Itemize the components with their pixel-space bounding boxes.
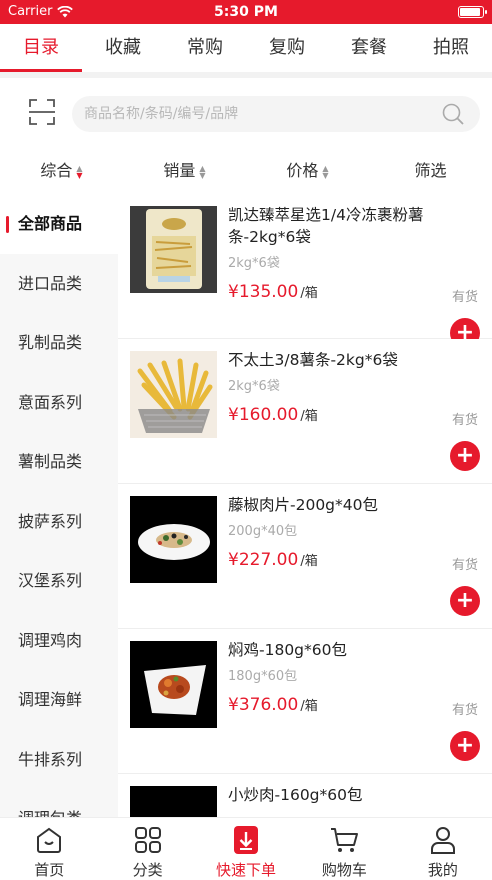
top-tabs: 目录 收藏 常购 复购 套餐 拍照	[0, 24, 492, 72]
sort-arrows-icon: ▲ ▼	[322, 163, 329, 180]
nav-cart[interactable]: 购物车	[295, 818, 393, 879]
nav-category[interactable]: 分类	[98, 818, 196, 879]
price-unit: /箱	[300, 409, 318, 424]
sort-comprehensive-label: 综合	[40, 161, 73, 180]
sidebar-item-dairy[interactable]: 乳制品类	[0, 313, 118, 373]
user-icon	[430, 827, 455, 854]
search-box	[72, 96, 480, 132]
nav-home-label: 首页	[34, 861, 65, 879]
quick-order-icon	[234, 826, 259, 854]
sort-filter[interactable]: 筛选	[369, 148, 492, 194]
status-bar: Carrier 5:30 PM	[0, 0, 492, 24]
product-list: 凯达臻萃星选1/4冷冻裹粉薯条-2kg*6袋 2kg*6袋 ¥135.00/箱 …	[118, 194, 492, 817]
sort-price[interactable]: 价格 ▲ ▼	[246, 148, 369, 194]
sort-sales[interactable]: 销量 ▲ ▼	[123, 148, 246, 194]
battery-icon	[458, 6, 487, 18]
product-item[interactable]: 藤椒肉片-200g*40包 200g*40包 ¥227.00/箱 有货 +	[118, 484, 492, 629]
price-value: ¥160.00	[228, 405, 299, 425]
scan-icon[interactable]	[28, 98, 56, 126]
sort-bar: 综合 ▲ ▼ 销量 ▲ ▼ 价格 ▲ ▼ 筛选	[0, 148, 492, 194]
status-time: 5:30 PM	[214, 4, 278, 20]
tab-catalog[interactable]: 目录	[0, 24, 82, 72]
nav-quick-order-label: 快速下单	[216, 861, 277, 879]
add-to-cart-button[interactable]: +	[450, 586, 480, 616]
tab-repurchase[interactable]: 复购	[246, 24, 328, 72]
nav-profile[interactable]: 我的	[394, 818, 492, 879]
nav-category-label: 分类	[132, 861, 163, 879]
product-item[interactable]: 焖鸡-180g*60包 180g*60包 ¥376.00/箱 有货 +	[118, 629, 492, 774]
product-price: ¥376.00/箱	[228, 695, 318, 715]
home-icon	[37, 827, 62, 853]
grid-icon	[134, 827, 161, 853]
sidebar-item-steak[interactable]: 牛排系列	[0, 730, 118, 790]
sidebar-item-imported[interactable]: 进口品类	[0, 254, 118, 314]
nav-quick-order[interactable]: 快速下单	[197, 818, 295, 879]
product-price: ¥227.00/箱	[228, 550, 318, 570]
product-image	[130, 496, 217, 583]
search-row	[0, 78, 492, 148]
price-value: ¥227.00	[228, 550, 299, 570]
tab-bundles[interactable]: 套餐	[328, 24, 410, 72]
product-image	[130, 206, 217, 293]
search-icon[interactable]	[442, 103, 464, 125]
sidebar-item-potato[interactable]: 薯制品类	[0, 432, 118, 492]
sidebar-item-pizza[interactable]: 披萨系列	[0, 492, 118, 552]
product-image	[130, 641, 217, 728]
price-unit: /箱	[300, 286, 318, 301]
sidebar-item-seafood[interactable]: 调理海鲜	[0, 670, 118, 730]
price-value: ¥135.00	[228, 282, 299, 302]
price-unit: /箱	[300, 699, 318, 714]
stock-status: 有货	[451, 558, 478, 573]
sidebar-item-burger[interactable]: 汉堡系列	[0, 551, 118, 611]
sidebar-item-all[interactable]: 全部商品	[0, 194, 118, 254]
sort-sales-label: 销量	[163, 161, 196, 180]
stock-status: 有货	[451, 290, 478, 305]
product-name: 焖鸡-180g*60包	[228, 641, 347, 659]
product-name: 藤椒肉片-200g*40包	[228, 496, 378, 514]
stock-status: 有货	[451, 413, 478, 428]
sort-comprehensive[interactable]: 综合 ▲ ▼	[0, 148, 123, 194]
sort-price-label: 价格	[286, 161, 319, 180]
product-spec: 2kg*6袋	[228, 379, 280, 394]
nav-profile-label: 我的	[427, 861, 458, 879]
product-name: 不太土3/8薯条-2kg*6袋	[228, 351, 398, 369]
sort-arrows-icon: ▲ ▼	[199, 163, 206, 180]
product-name: 小炒肉-160g*60包	[228, 786, 363, 804]
add-to-cart-button[interactable]: +	[450, 441, 480, 471]
price-value: ¥376.00	[228, 695, 299, 715]
cart-icon	[331, 828, 359, 852]
sort-arrows-icon: ▲ ▼	[76, 163, 83, 180]
tab-favorites[interactable]: 收藏	[82, 24, 164, 72]
product-price: ¥135.00/箱	[228, 282, 318, 302]
nav-home[interactable]: 首页	[0, 818, 98, 879]
sidebar-item-packs[interactable]: 调理包类	[0, 789, 118, 817]
product-price: ¥160.00/箱	[228, 405, 318, 425]
product-image	[130, 786, 217, 817]
search-input[interactable]	[84, 96, 424, 132]
product-name: 凯达臻萃星选1/4冷冻裹粉薯条-2kg*6袋	[228, 206, 424, 246]
price-unit: /箱	[300, 554, 318, 569]
sort-filter-label: 筛选	[414, 161, 447, 180]
category-sidebar: 全部商品 进口品类 乳制品类 意面系列 薯制品类 披萨系列 汉堡系列 调理鸡肉 …	[0, 194, 118, 817]
product-spec: 2kg*6袋	[228, 256, 280, 271]
sidebar-item-pasta[interactable]: 意面系列	[0, 373, 118, 433]
sidebar-item-chicken[interactable]: 调理鸡肉	[0, 611, 118, 671]
tab-frequent[interactable]: 常购	[164, 24, 246, 72]
product-item[interactable]: 小炒肉-160g*60包	[118, 774, 492, 817]
product-spec: 200g*40包	[228, 524, 298, 539]
tab-photo[interactable]: 拍照	[410, 24, 492, 72]
bottom-nav: 首页 分类 快速下单 购物车 我的	[0, 817, 492, 879]
nav-cart-label: 购物车	[321, 861, 367, 879]
product-image	[130, 351, 217, 438]
product-item[interactable]: 凯达臻萃星选1/4冷冻裹粉薯条-2kg*6袋 2kg*6袋 ¥135.00/箱 …	[118, 194, 492, 348]
product-spec: 180g*60包	[228, 669, 298, 684]
add-to-cart-button[interactable]: +	[450, 731, 480, 761]
product-item[interactable]: 不太土3/8薯条-2kg*6袋 2kg*6袋 ¥160.00/箱 有货 +	[118, 339, 492, 484]
stock-status: 有货	[451, 703, 478, 718]
